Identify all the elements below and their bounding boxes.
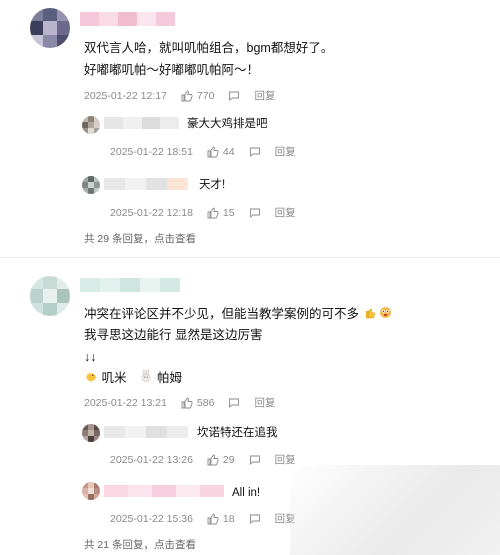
comment-text-content: 冲突在评论区并不少见，但能当教学案例的可不多 [84, 307, 360, 321]
thumbs-up-icon [207, 206, 219, 218]
comment-bubble-icon [249, 514, 260, 524]
emoji-label: 帕姆 [156, 371, 182, 385]
like-count: 29 [222, 453, 235, 466]
reply-meta: 2025-01-22 12:18 15 回复 [110, 205, 296, 220]
reply-avatar[interactable] [82, 116, 100, 134]
comment-text: ↓↓ [84, 350, 97, 364]
comment-icon-button[interactable] [249, 513, 261, 525]
comment-text: 好嘟嘟叽帕～好嘟嘟叽帕阿～！ [84, 63, 260, 77]
username-blurred[interactable] [80, 12, 175, 26]
view-more-replies-link[interactable]: 共 29 条回复，点击查看 [84, 231, 196, 246]
comment-meta: 2025-01-22 13:21 586 回复 [84, 395, 275, 410]
username-blurred[interactable] [80, 278, 180, 292]
like-button[interactable]: 29 [207, 454, 235, 466]
comment-date: 2025-01-22 13:21 [84, 396, 167, 409]
comment-bubble-icon [249, 147, 260, 157]
reply-meta: 2025-01-22 13:26 29 回复 [110, 452, 296, 467]
face-emoji-icon [379, 306, 392, 324]
reply-meta: 2025-01-22 18:51 44 回复 [110, 144, 296, 159]
avatar[interactable] [30, 276, 70, 316]
thumbs-up-icon [207, 145, 219, 157]
like-button[interactable]: 15 [207, 207, 235, 219]
reply-text: All in! [232, 487, 261, 499]
reply-button[interactable]: 回复 [275, 205, 296, 220]
view-more-replies-link[interactable]: 共 21 条回复，点击查看 [84, 537, 196, 552]
reply-meta: 2025-01-22 15:36 18 回复 [110, 511, 296, 526]
chick-emoji-icon [84, 369, 98, 388]
comment-date: 2025-01-22 12:17 [84, 89, 167, 102]
reply-avatar[interactable] [82, 176, 100, 194]
comment-icon-button[interactable] [249, 146, 261, 158]
comment-bubble-icon [249, 455, 260, 465]
reply-date: 2025-01-22 12:18 [110, 206, 193, 219]
comment-icon-button[interactable] [249, 454, 261, 466]
comment-meta: 2025-01-22 12:17 770 回复 [84, 88, 275, 103]
reply-date: 2025-01-22 18:51 [110, 145, 193, 158]
comment-icon-button[interactable] [228, 90, 240, 102]
like-count: 15 [222, 206, 235, 219]
like-count: 44 [222, 145, 235, 158]
watermark-blur [290, 465, 500, 555]
thumbs-up-icon [181, 396, 193, 408]
bunny-emoji-icon [139, 369, 153, 388]
like-button[interactable]: 586 [181, 396, 215, 409]
emoji-line: 叽米 帕姆 [84, 369, 182, 388]
reply-username-blurred[interactable] [104, 178, 188, 190]
avatar[interactable] [30, 8, 70, 48]
reply-username-blurred[interactable] [104, 426, 188, 438]
comment-item: 双代言人哈，就叫叽帕组合，bgm都想好了。 好嘟嘟叽帕～好嘟嘟叽帕阿～！ 202… [0, 0, 500, 255]
thumbs-up-emoji-icon [363, 306, 376, 324]
like-button[interactable]: 44 [207, 146, 235, 158]
comment-icon-button[interactable] [249, 207, 261, 219]
comment-bubble-icon [249, 208, 260, 218]
reply-username-blurred[interactable] [104, 485, 224, 497]
reply-text: 豪大大鸡排是吧 [187, 118, 268, 130]
like-button[interactable]: 18 [207, 513, 235, 525]
like-button[interactable]: 770 [181, 89, 215, 102]
reply-button[interactable]: 回复 [254, 395, 275, 410]
like-count: 770 [196, 89, 215, 102]
reply-text: 天才! [199, 179, 226, 191]
comment-bubble-icon [229, 91, 240, 101]
like-count: 18 [222, 512, 235, 525]
comment-text: 双代言人哈，就叫叽帕组合，bgm都想好了。 [84, 41, 334, 55]
reply-date: 2025-01-22 13:26 [110, 453, 193, 466]
reply-button[interactable]: 回复 [275, 144, 296, 159]
comment-text: 我寻思这边能行 显然是这边厉害 [84, 328, 263, 342]
reply-button[interactable]: 回复 [254, 88, 275, 103]
comment-text: 冲突在评论区并不少见，但能当教学案例的可不多 [84, 305, 392, 324]
thumbs-up-icon [181, 89, 193, 101]
comment-icon-button[interactable] [228, 397, 240, 409]
thumbs-up-icon [207, 453, 219, 465]
reply-avatar[interactable] [82, 424, 100, 442]
reply-avatar[interactable] [82, 482, 100, 500]
reply-username-blurred[interactable] [104, 117, 179, 129]
comment-bubble-icon [229, 398, 240, 408]
thumbs-up-icon [207, 512, 219, 524]
reply-date: 2025-01-22 15:36 [110, 512, 193, 525]
like-count: 586 [196, 396, 215, 409]
reply-text: 坎诺特还在追我 [197, 427, 278, 439]
emoji-label: 叽米 [101, 371, 127, 385]
